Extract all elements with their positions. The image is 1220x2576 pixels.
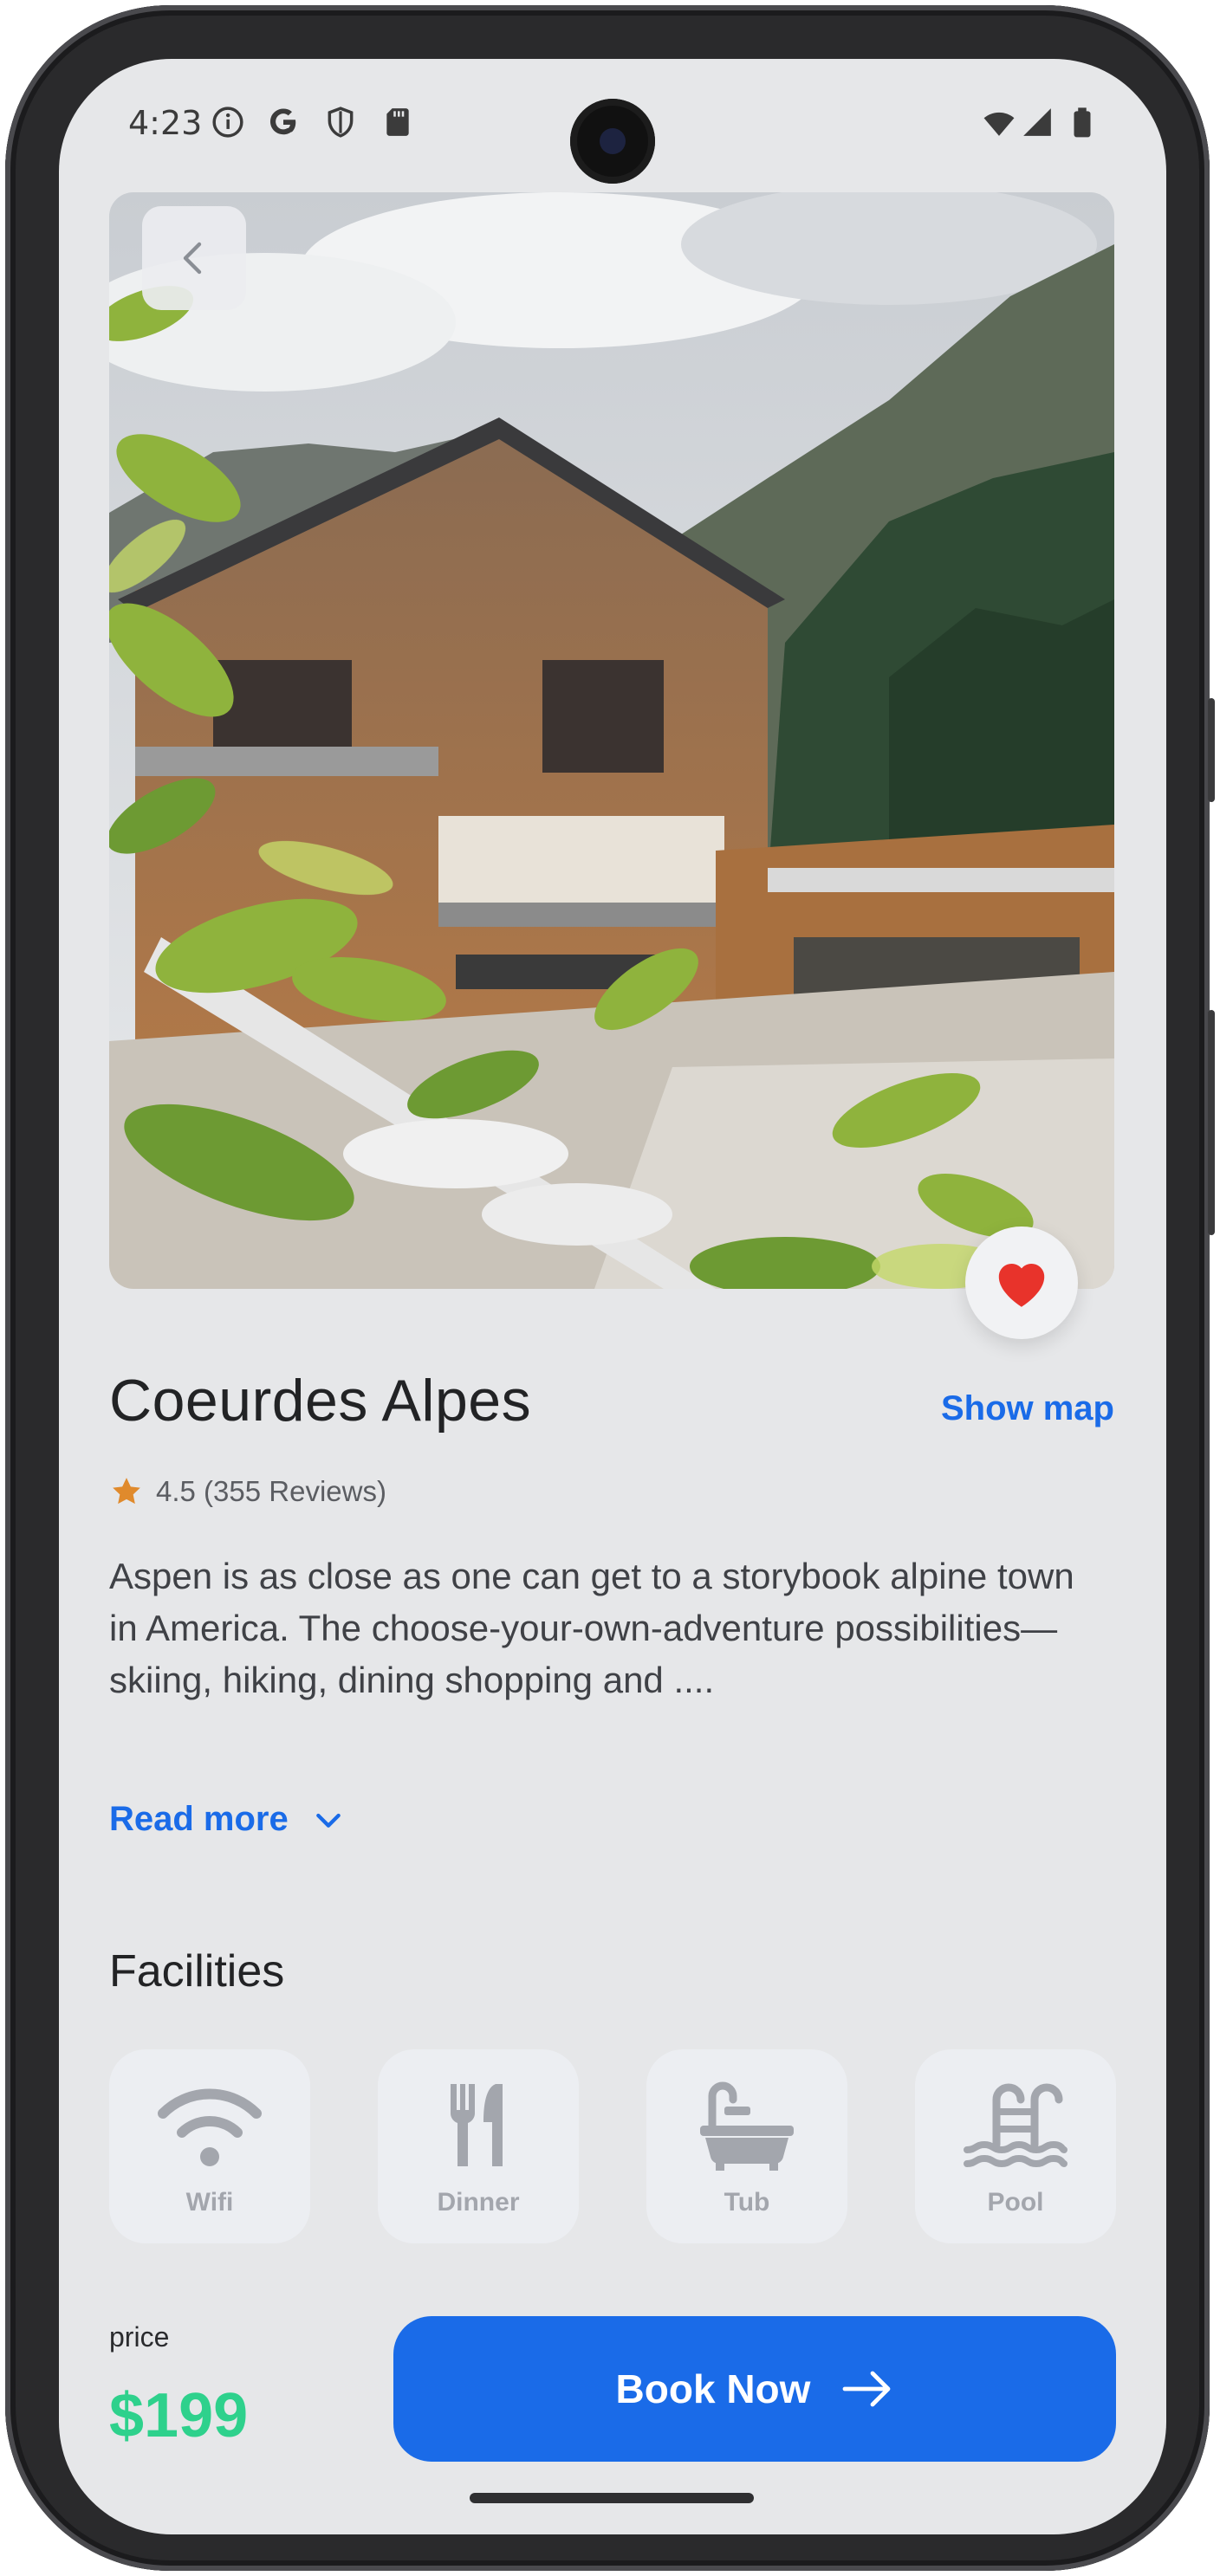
power-button — [1208, 698, 1215, 802]
facilities-title: Facilities — [109, 1946, 285, 1997]
wifi-icon — [158, 2088, 262, 2166]
arrow-right-icon — [843, 2371, 891, 2407]
phone-frame: 4:23 Coeurdes Alpes Show map 4.5 (355 Re… — [5, 5, 1215, 2571]
show-map-link[interactable]: Show map — [941, 1389, 1114, 1428]
rating-row: 4.5 (355 Reviews) — [109, 1474, 386, 1509]
read-more-label: Read more — [109, 1800, 289, 1838]
book-now-label: Book Now — [615, 2366, 811, 2411]
book-now-button[interactable]: Book Now — [393, 2316, 1116, 2462]
chevron-down-icon — [315, 1813, 341, 1828]
shield-icon — [328, 107, 354, 138]
signal-icon — [1023, 108, 1051, 136]
home-indicator[interactable] — [470, 2493, 754, 2503]
volume-button — [1208, 1010, 1215, 1235]
info-icon — [212, 107, 243, 138]
back-button[interactable] — [142, 206, 246, 310]
facility-label: Tub — [724, 2188, 770, 2217]
facility-label: Wifi — [185, 2188, 234, 2217]
hotel-photo — [109, 192, 1114, 1289]
facility-label: Dinner — [437, 2188, 520, 2217]
bathtub-icon — [700, 2081, 794, 2171]
front-camera — [570, 99, 655, 184]
facilities-list: Wifi Dinner Tub Pool — [109, 2049, 1116, 2243]
hotel-description: Aspen is as close as one can get to a st… — [109, 1556, 1074, 1700]
price-value: $199 — [109, 2381, 249, 2450]
app-screen: 4:23 Coeurdes Alpes Show map 4.5 (355 Re… — [59, 59, 1166, 2534]
read-more-link[interactable]: Read more — [109, 1800, 346, 1839]
facility-wifi[interactable]: Wifi — [109, 2049, 310, 2243]
pool-icon — [964, 2083, 1068, 2168]
facility-pool[interactable]: Pool — [915, 2049, 1116, 2243]
price-label: price — [109, 2321, 170, 2353]
hotel-name: Coeurdes Alpes — [109, 1368, 532, 1434]
status-time: 4:23 — [128, 104, 203, 142]
google-icon — [269, 108, 296, 135]
facility-dinner[interactable]: Dinner — [378, 2049, 579, 2243]
fork-knife-icon — [451, 2084, 503, 2166]
rating-text: 4.5 (355 Reviews) — [156, 1475, 386, 1507]
facility-tub[interactable]: Tub — [646, 2049, 847, 2243]
battery-icon — [1074, 107, 1091, 138]
favorite-button[interactable] — [965, 1227, 1078, 1339]
facility-label: Pool — [987, 2188, 1044, 2217]
status-bar: 4:23 — [59, 59, 1166, 189]
sd-card-icon — [386, 108, 409, 136]
wifi-icon — [983, 112, 1015, 136]
chevron-left-icon — [183, 242, 202, 275]
heart-icon — [998, 1263, 1045, 1307]
hotel-chalet-image — [109, 192, 1114, 1289]
star-icon — [113, 1478, 140, 1505]
